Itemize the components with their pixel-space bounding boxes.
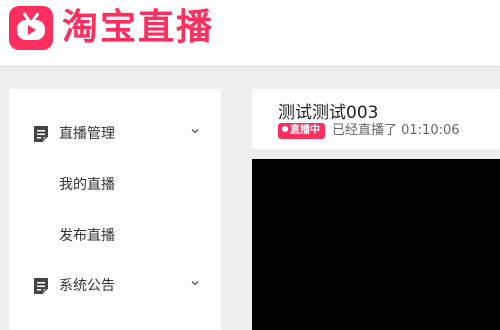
sidebar: 直播管理 我的直播 发布直播 系统公告	[9, 89, 221, 330]
sidebar-item-label: 发布直播	[59, 228, 115, 244]
play-icon	[28, 25, 36, 35]
chevron-down-icon	[191, 281, 199, 286]
sidebar-item-label: 直播管理	[59, 126, 115, 142]
document-icon	[34, 278, 48, 294]
video-player[interactable]	[252, 159, 500, 330]
brand-name[interactable]: 淘宝直播	[62, 4, 214, 52]
sidebar-item-system-notice[interactable]: 系统公告	[9, 261, 221, 311]
elapsed-time: 已经直播了 01:10:06	[332, 123, 460, 138]
live-status-badge: 直播中	[278, 123, 325, 139]
top-bar: 淘宝直播	[0, 0, 500, 67]
sidebar-item-label: 系统公告	[59, 278, 115, 294]
chevron-down-icon	[191, 129, 199, 134]
stream-header: 测试测试003 直播中 已经直播了 01:10:06	[252, 89, 500, 149]
taobao-live-logo-icon[interactable]	[9, 6, 53, 50]
document-icon	[34, 126, 48, 142]
sidebar-item-publish-live[interactable]: 发布直播	[9, 211, 221, 261]
stream-title: 测试测试003	[278, 103, 379, 123]
live-badge-label: 直播中	[290, 125, 320, 136]
live-dot-icon	[282, 126, 288, 132]
sidebar-item-my-live[interactable]: 我的直播	[9, 160, 221, 210]
sidebar-item-label: 我的直播	[59, 177, 115, 193]
sidebar-item-live-management[interactable]: 直播管理	[9, 109, 221, 159]
